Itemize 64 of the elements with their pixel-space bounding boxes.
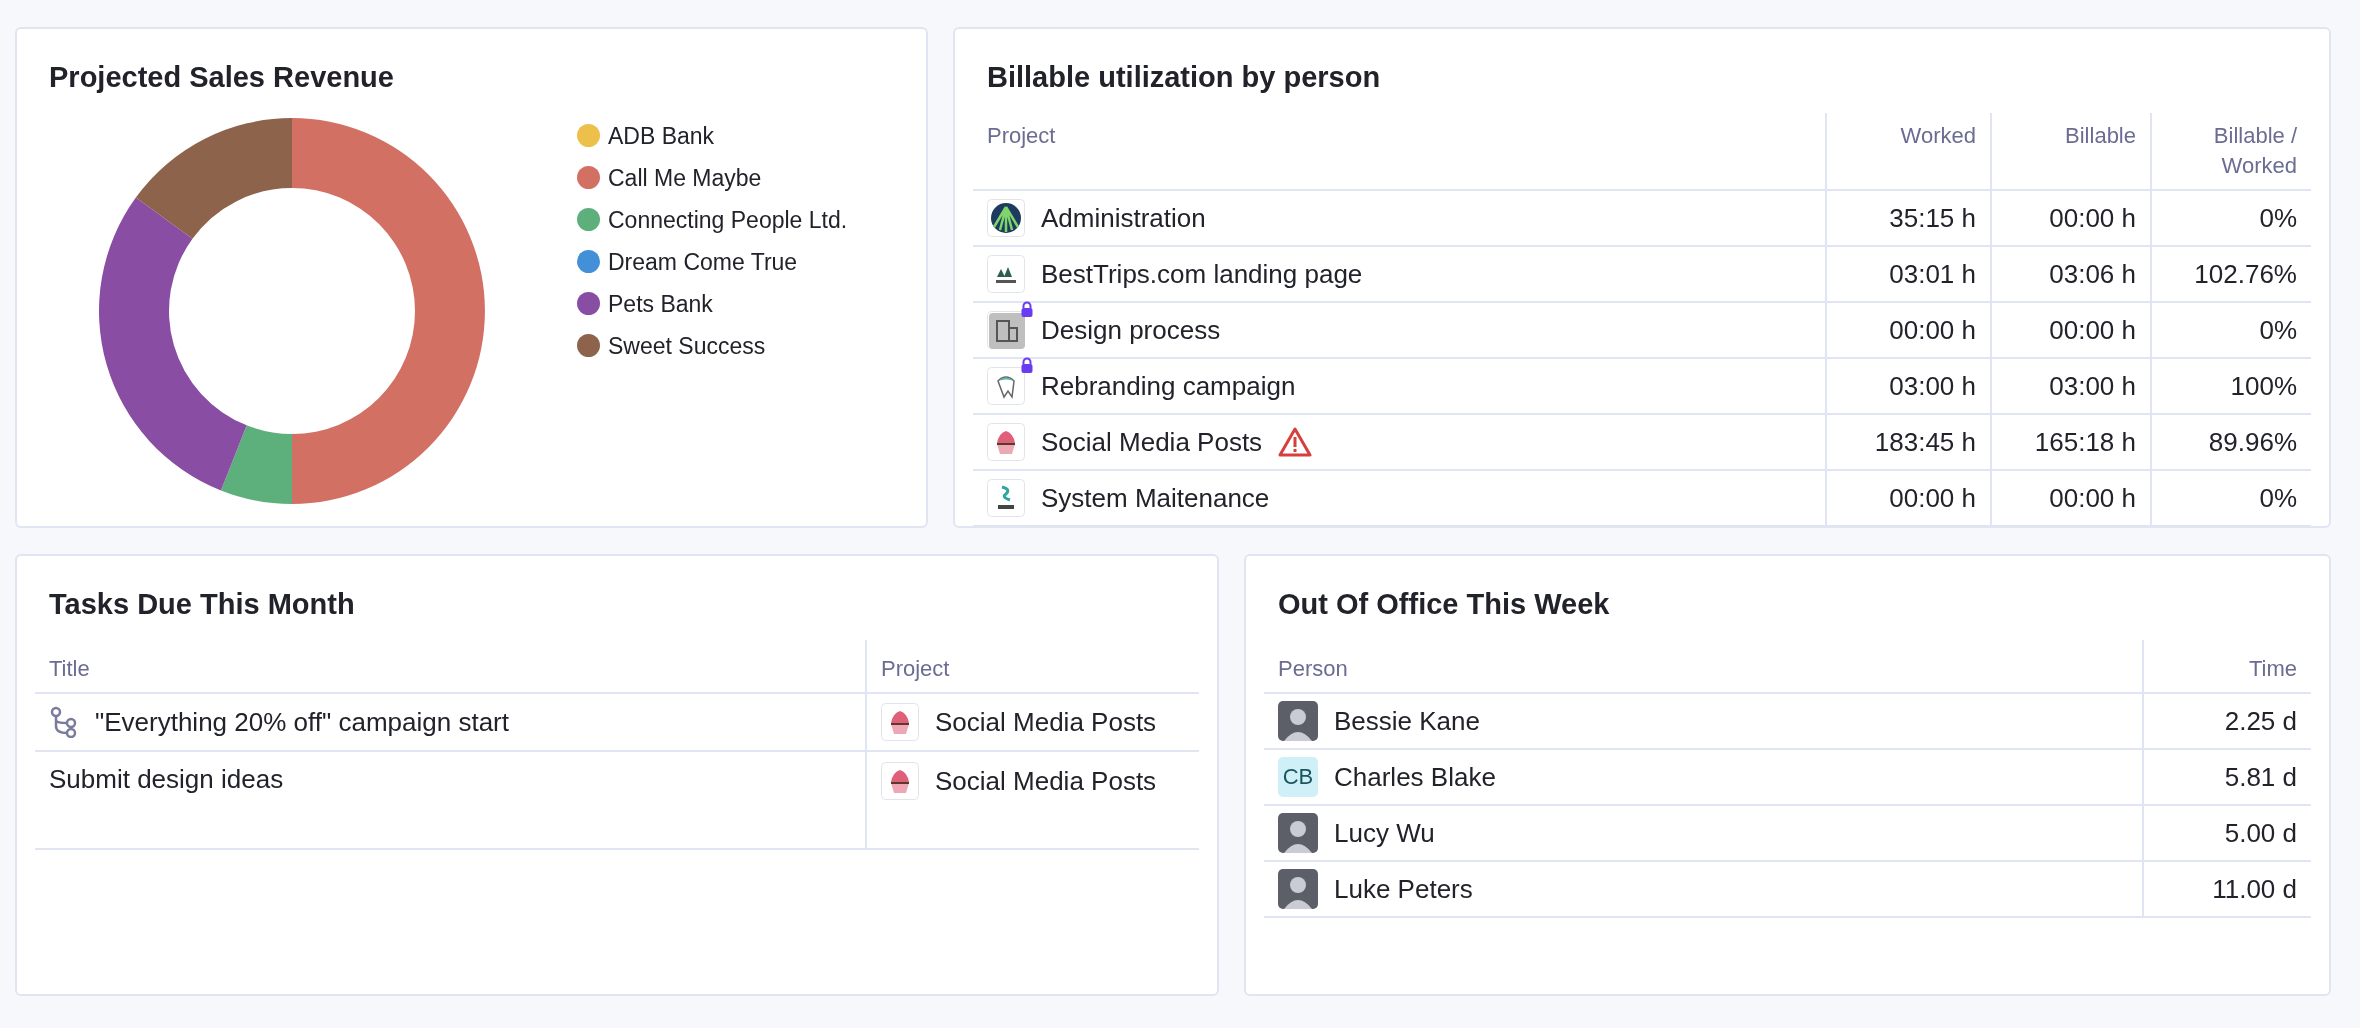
table-cell: 00:00 h [1991, 470, 2151, 526]
card-title: Billable utilization by person [986, 60, 1382, 95]
tooth-icon [987, 367, 1025, 405]
task-title: Submit design ideas [49, 763, 284, 796]
cupcake-icon [987, 423, 1025, 461]
table-cell: 0% [2151, 470, 2311, 526]
swirl-logo-icon [987, 479, 1025, 517]
table-cell: 2.25 d [2143, 693, 2311, 749]
project-name: System Maitenance [1041, 482, 1270, 515]
person-name: Bessie Kane [1334, 705, 1480, 738]
project-name: Design process [1041, 314, 1221, 347]
column-header: Billable [1991, 113, 2151, 190]
table-cell: 03:00 h [1826, 358, 1991, 414]
project-name: BestTrips.com landing page [1041, 258, 1363, 291]
table-cell: 00:00 h [1991, 190, 2151, 246]
table-cell: 00:00 h [1826, 302, 1991, 358]
legend-label: Connecting People Ltd. [608, 205, 848, 235]
table-cell: 03:00 h [1991, 358, 2151, 414]
card-title: Tasks Due This Month [48, 587, 356, 622]
project-name: Social Media Posts [935, 706, 1157, 739]
legend-label: Call Me Maybe [608, 163, 762, 193]
legend-label: ADB Bank [608, 121, 715, 151]
table-cell: 00:00 h [1826, 470, 1991, 526]
table-cell: 183:45 h [1826, 414, 1991, 470]
project-name: Rebranding campaign [1041, 370, 1296, 403]
table-cell: 5.81 d [2143, 749, 2311, 805]
card-title: Projected Sales Revenue [48, 60, 395, 95]
table-cell: 11.00 d [2143, 861, 2311, 917]
column-header: Project [973, 113, 1826, 190]
table-cell: 35:15 h [1826, 190, 1991, 246]
table-cell: 0% [2151, 190, 2311, 246]
table-cell: 100% [2151, 358, 2311, 414]
initials-avatar: CB [1278, 757, 1318, 797]
legend-label: Dream Come True [608, 247, 798, 277]
table-cell: 03:06 h [1991, 246, 2151, 302]
person-name: Lucy Wu [1334, 817, 1435, 850]
table-cell: 5.00 d [2143, 805, 2311, 861]
table-cell: 89.96% [2151, 414, 2311, 470]
project-name: Administration [1041, 202, 1206, 235]
project-name: Social Media Posts [1041, 426, 1263, 459]
table-cell: 03:01 h [1826, 246, 1991, 302]
column-header: Worked [1826, 113, 1991, 190]
table-cell: 165:18 h [1991, 414, 2151, 470]
person-name: Luke Peters [1334, 873, 1473, 906]
table-cell: 102.76% [2151, 246, 2311, 302]
person-name: Charles Blake [1334, 761, 1496, 794]
column-header: Title [35, 640, 866, 693]
building-icon [987, 311, 1025, 349]
table-cell: 00:00 h [1991, 302, 2151, 358]
branch-icon [49, 706, 79, 738]
cupcake-icon [881, 762, 919, 800]
globe-logo-icon [987, 199, 1025, 237]
column-header: Time [2143, 640, 2311, 693]
legend-label: Pets Bank [608, 289, 713, 319]
cupcake-icon [881, 703, 919, 741]
column-header: Project [866, 640, 1199, 693]
project-name: Social Media Posts [935, 765, 1157, 798]
table-cell: 0% [2151, 302, 2311, 358]
card-title: Out Of Office This Week [1277, 587, 1611, 622]
column-header: Person [1264, 640, 2143, 693]
trees-logo-icon [987, 255, 1025, 293]
column-header: Billable / Worked [2151, 113, 2311, 190]
task-title: "Everything 20% off" campaign start [95, 706, 509, 739]
legend-label: Sweet Success [608, 331, 766, 361]
